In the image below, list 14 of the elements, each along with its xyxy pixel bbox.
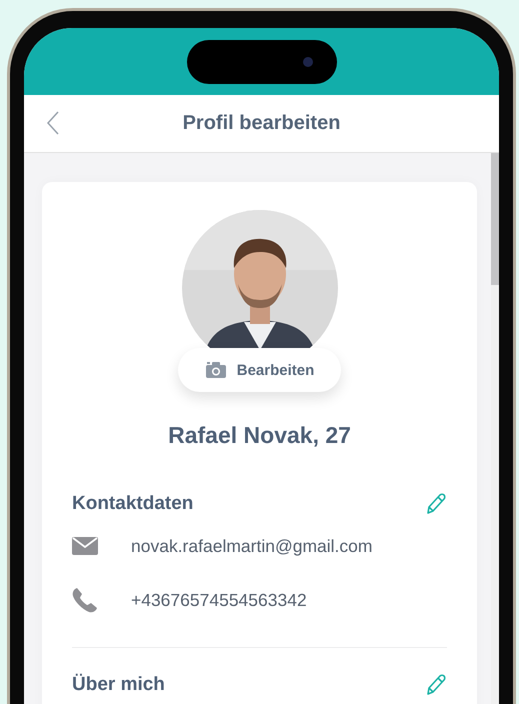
- scrollbar-thumb[interactable]: [491, 153, 499, 285]
- pencil-icon[interactable]: [426, 674, 446, 696]
- pencil-icon[interactable]: [426, 493, 446, 515]
- phone-icon: [72, 587, 98, 613]
- edit-photo-button[interactable]: Bearbeiten: [178, 348, 342, 392]
- section-title: Über mich: [72, 674, 165, 696]
- profile-name: Rafael Novak, 27: [168, 422, 351, 449]
- back-icon[interactable]: [46, 111, 60, 135]
- section-title: Kontaktdaten: [72, 493, 194, 515]
- screen-title: Profil bearbeiten: [182, 112, 340, 135]
- mail-icon: [72, 537, 98, 555]
- email-address: novak.rafaelmartin@gmail.com: [131, 536, 372, 556]
- phone-number: +43676574554563342: [131, 590, 307, 610]
- camera-icon: [204, 361, 227, 379]
